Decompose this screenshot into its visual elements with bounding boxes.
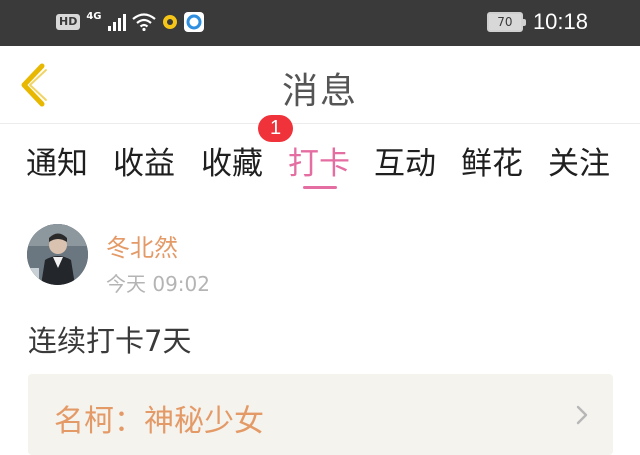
linked-content-card[interactable]: 名柯：神秘少女 [28,374,613,455]
username[interactable]: 冬北然 [106,228,178,263]
tab-bar: 通知 收益 收藏 打卡 互动 鲜花 关注 [0,124,640,194]
card-title: 名柯：神秘少女 [54,404,264,439]
tab-interactions[interactable]: 互动 [374,138,436,183]
message-text: 连续打卡7天 [28,324,192,358]
page-title: 消息 [281,71,358,112]
notification-app-icon [162,15,177,29]
status-bar: HD 4G 70 10:18 [0,0,640,46]
status-icons-right: 70 10:18 [486,9,588,35]
wifi-icon [131,13,156,31]
tab-favorites[interactable]: 收藏 [201,138,263,183]
unread-badge: 1 [258,115,293,142]
signal-icon [107,14,126,31]
network-type-label: 4G [86,11,102,22]
hd-icon: HD [56,14,81,30]
tab-flowers[interactable]: 鲜花 [461,138,523,183]
avatar-image [27,224,88,285]
tab-following[interactable]: 关注 [548,138,610,183]
tab-earnings[interactable]: 收益 [113,138,175,183]
active-tab-indicator [303,186,337,189]
status-icons-left: HD 4G [56,12,204,32]
battery-icon: 70 [486,12,526,32]
tab-checkin[interactable]: 打卡 [288,138,350,183]
chevron-right-icon [576,405,588,425]
message-time: 今天 09:02 [106,272,210,296]
app-icon [183,12,204,32]
tab-notifications[interactable]: 通知 [26,138,88,183]
nav-bar: 消息 [0,46,640,124]
clock: 10:18 [532,9,588,34]
avatar[interactable] [27,224,88,285]
